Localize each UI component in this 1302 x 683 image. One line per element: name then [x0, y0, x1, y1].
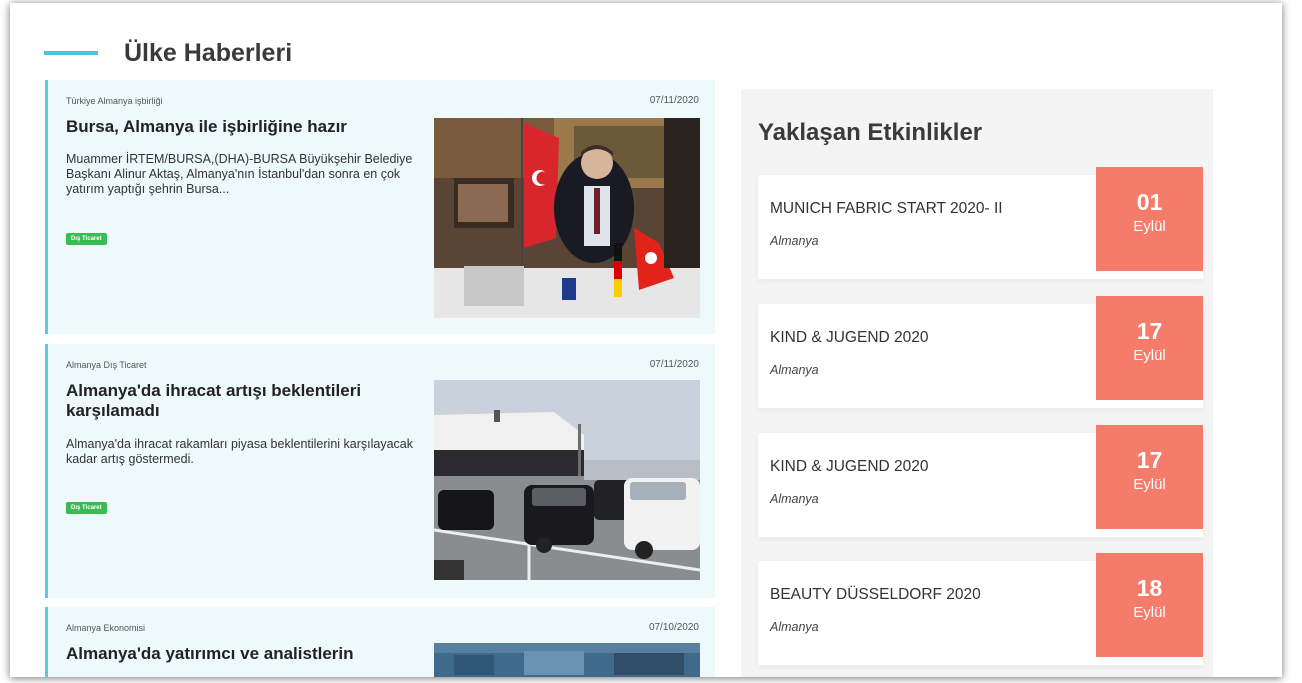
news-title[interactable]: Almanya'da yatırımcı ve analistlerin — [66, 644, 411, 664]
event-country: Almanya — [770, 620, 819, 634]
event-card[interactable]: MUNICH FABRIC START 2020- II Almanya 01 … — [758, 167, 1203, 279]
event-card[interactable]: BEAUTY DÜSSELDORF 2020 Almanya 18 Eylül — [758, 553, 1203, 665]
event-name[interactable]: KIND & JUGEND 2020 — [770, 329, 929, 347]
news-title[interactable]: Almanya'da ihracat artışı beklentileri k… — [66, 381, 411, 421]
event-day: 17 — [1136, 447, 1163, 473]
event-month: Eylül — [1133, 218, 1166, 235]
event-day: 18 — [1136, 575, 1163, 601]
event-country: Almanya — [770, 492, 819, 506]
news-title[interactable]: Bursa, Almanya ile işbirliğine hazır — [66, 117, 411, 137]
news-photo-image — [434, 118, 700, 318]
event-country: Almanya — [770, 363, 819, 377]
event-card[interactable]: KIND & JUGEND 2020 Almanya 17 Eylül — [758, 296, 1203, 408]
page-frame: Ülke Haberleri Türkiye Almanya işbirliği… — [10, 3, 1282, 677]
event-name[interactable]: BEAUTY DÜSSELDORF 2020 — [770, 586, 981, 604]
news-tag[interactable]: Dış Ticaret — [66, 502, 107, 514]
event-month: Eylül — [1133, 476, 1166, 493]
news-date: 07/11/2020 — [649, 359, 699, 370]
event-date-badge: 01 Eylül — [1096, 167, 1203, 271]
event-card[interactable]: KIND & JUGEND 2020 Almanya 17 Eylül — [758, 425, 1203, 537]
news-category[interactable]: Almanya Dış Ticaret — [66, 360, 147, 370]
news-card[interactable]: Türkiye Almanya işbirliği 07/11/2020 Bur… — [45, 80, 715, 334]
event-country: Almanya — [770, 234, 819, 248]
news-summary: Muammer İRTEM/BURSA,(DHA)-BURSA Büyükşeh… — [66, 152, 413, 196]
event-date-badge: 17 Eylül — [1096, 425, 1203, 529]
news-thumbnail[interactable] — [434, 118, 700, 318]
news-date: 07/11/2020 — [649, 95, 699, 106]
section-accent-bar — [44, 51, 98, 55]
news-date: 07/10/2020 — [648, 622, 699, 633]
news-tag[interactable]: Dış Ticaret — [66, 233, 107, 245]
news-card[interactable]: Almanya Ekonomisi 07/10/2020 Almanya'da … — [45, 607, 715, 677]
news-thumbnail[interactable] — [434, 643, 700, 677]
event-date-badge: 18 Eylül — [1096, 553, 1203, 657]
news-photo-image — [434, 380, 700, 580]
event-date-badge: 17 Eylül — [1096, 296, 1203, 400]
news-category[interactable]: Türkiye Almanya işbirliği — [66, 96, 163, 106]
event-month: Eylül — [1133, 604, 1166, 621]
news-thumbnail[interactable] — [434, 380, 700, 580]
news-category[interactable]: Almanya Ekonomisi — [66, 623, 145, 633]
news-photo-image — [434, 643, 700, 677]
event-day: 17 — [1136, 318, 1163, 344]
event-month: Eylül — [1133, 347, 1166, 364]
event-day: 01 — [1136, 189, 1163, 215]
news-summary: Almanya'da ihracat rakamları piyasa bekl… — [66, 437, 413, 466]
news-card[interactable]: Almanya Dış Ticaret 07/11/2020 Almanya'd… — [45, 344, 715, 598]
event-name[interactable]: KIND & JUGEND 2020 — [770, 458, 929, 476]
event-name[interactable]: MUNICH FABRIC START 2020- II — [770, 200, 1003, 218]
section-header: Ülke Haberleri — [44, 33, 292, 73]
events-title: Yaklaşan Etkinlikler — [758, 119, 983, 146]
section-title: Ülke Haberleri — [124, 38, 293, 67]
events-panel: Yaklaşan Etkinlikler MUNICH FABRIC START… — [741, 89, 1213, 677]
